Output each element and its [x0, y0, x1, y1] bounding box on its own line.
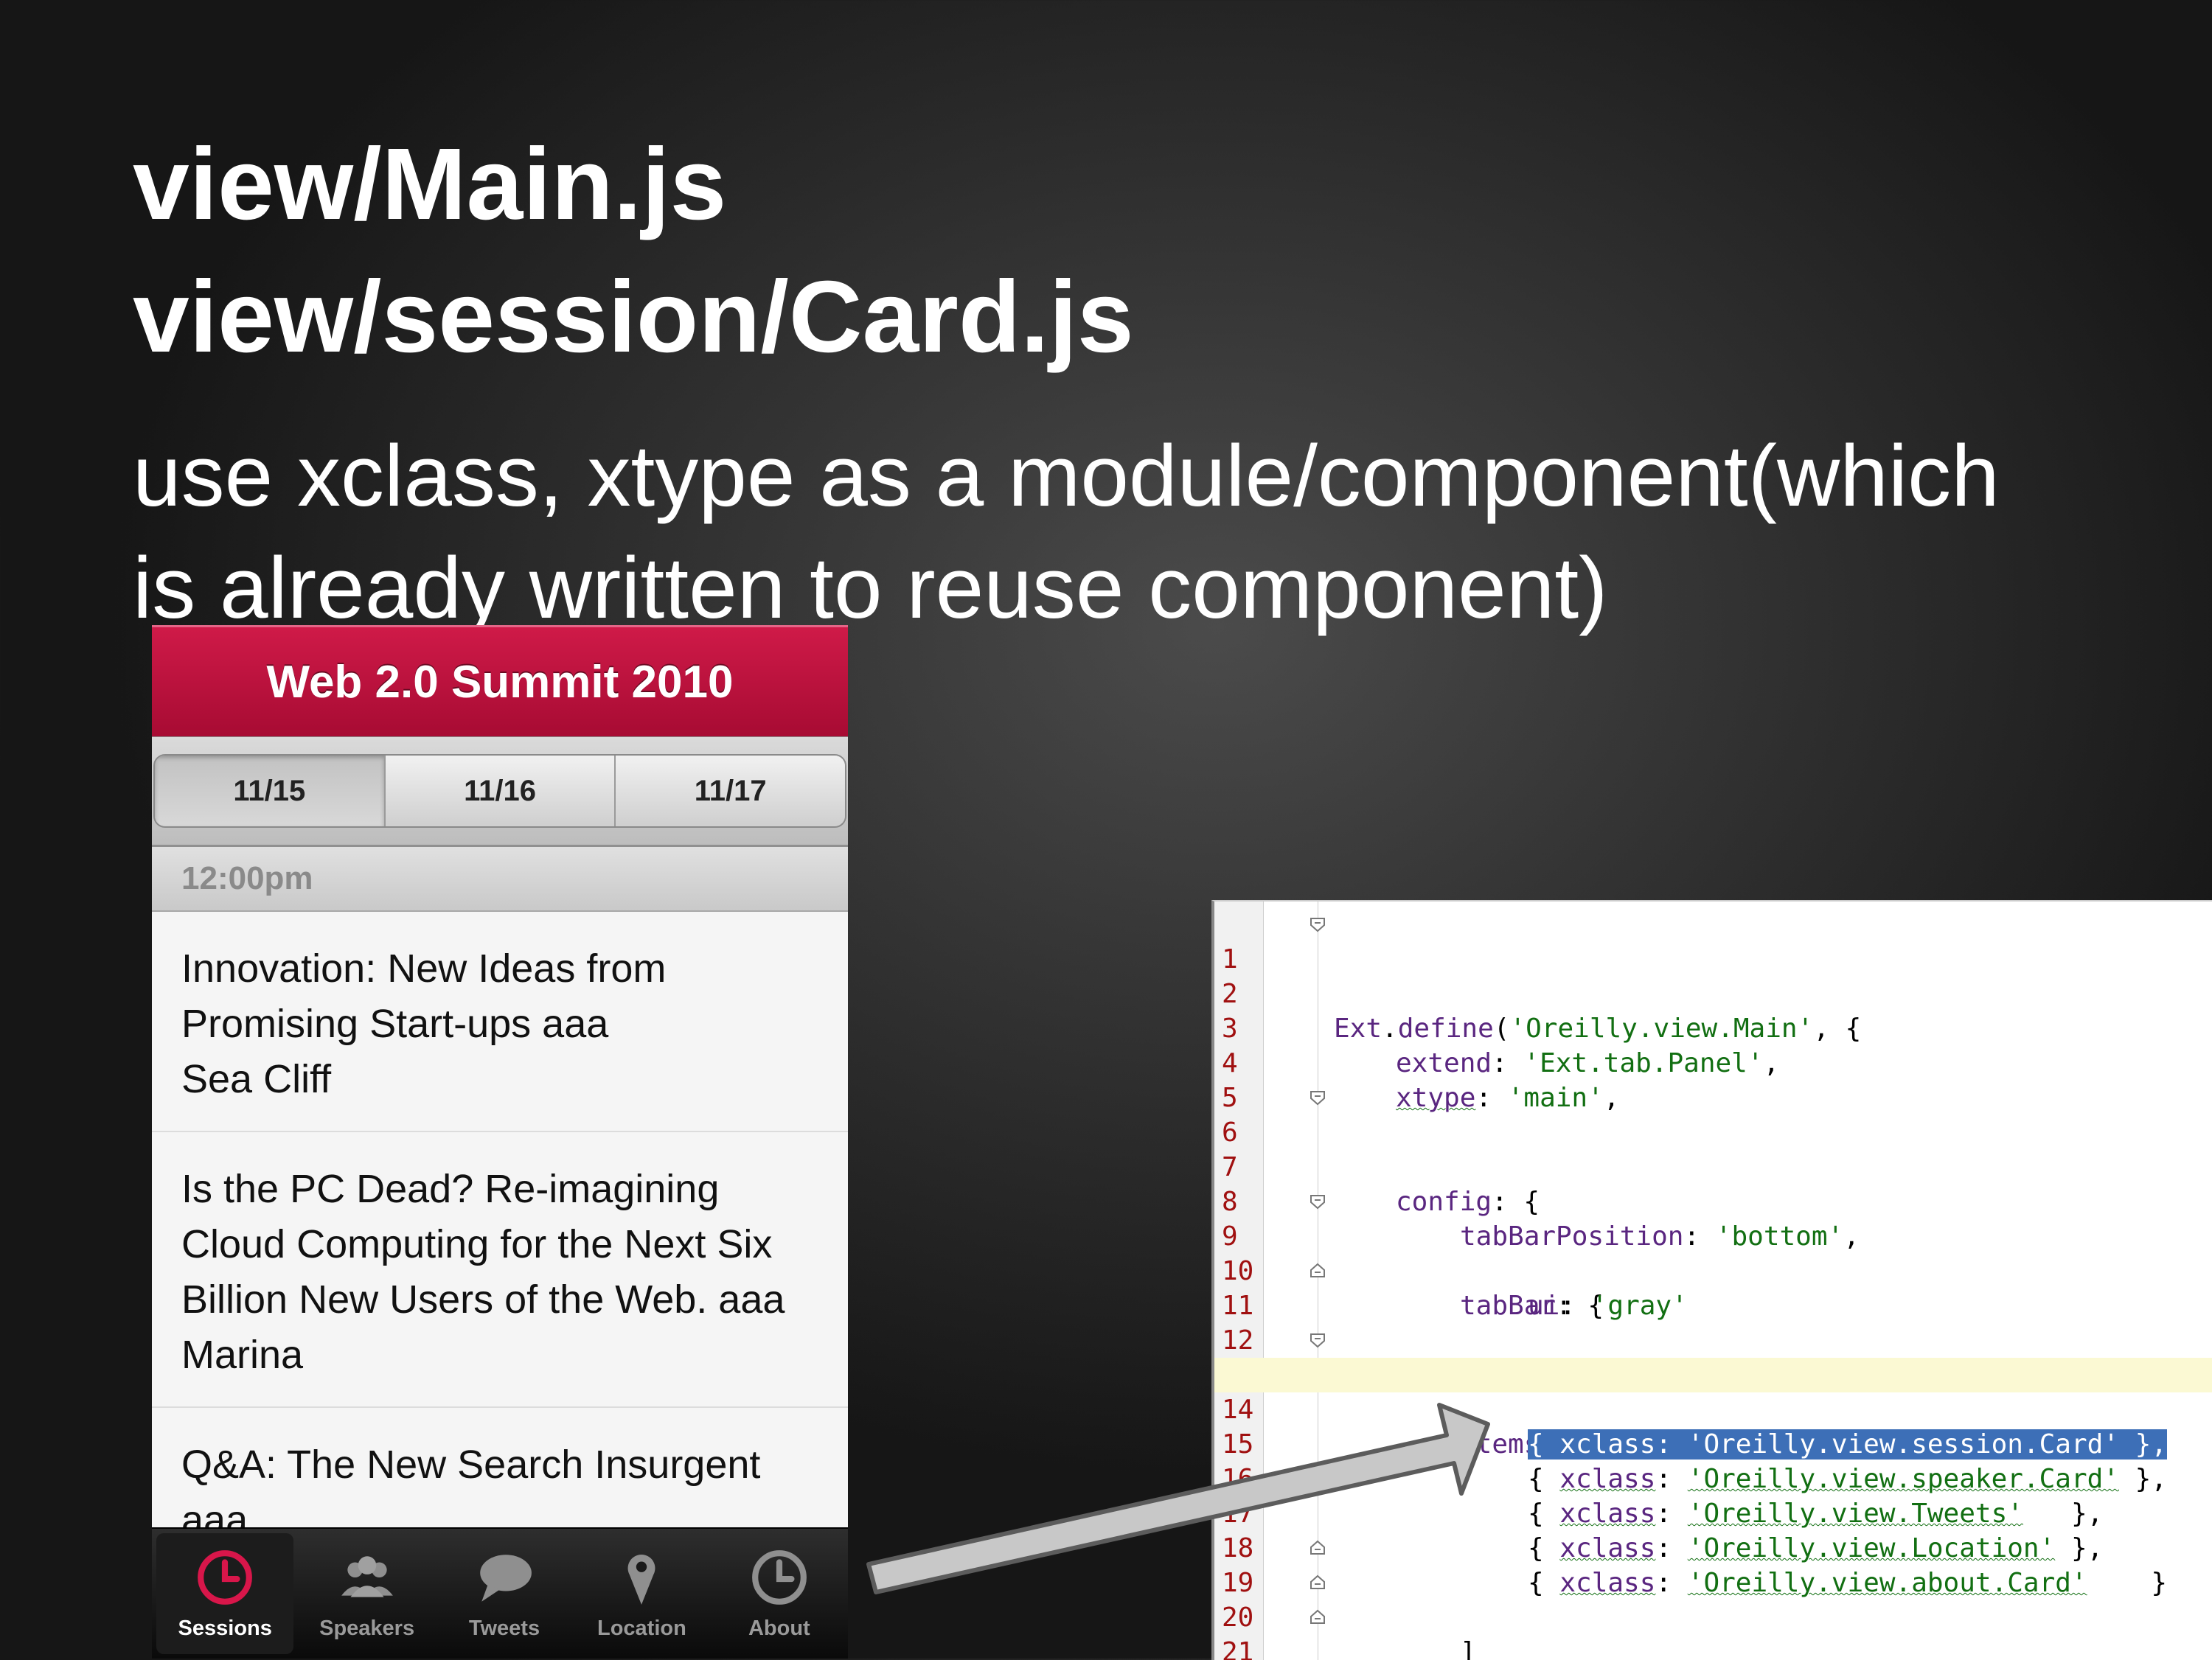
- code-line: 16 { xclass: 'Oreilly.view.Tweets' },: [1214, 1427, 2212, 1529]
- map-pin-icon: [627, 1554, 655, 1605]
- tab-sessions[interactable]: Sessions: [156, 1533, 294, 1654]
- fold-end-icon[interactable]: [1309, 1608, 1326, 1626]
- tab-label: Sessions: [178, 1616, 272, 1640]
- fold-collapse-icon[interactable]: [1309, 1089, 1326, 1106]
- code-line: 18 { xclass: 'Oreilly.view.about.Card' }: [1214, 1496, 2212, 1598]
- code-line: 20 }: [1214, 1566, 2212, 1633]
- app-title-bar: Web 2.0 Summit 2010: [152, 625, 848, 736]
- session-title-line: Billion New Users of the Web. aaa: [181, 1277, 785, 1322]
- fold-end-icon[interactable]: [1309, 1574, 1326, 1591]
- date-segment-1115[interactable]: 11/15: [155, 756, 384, 826]
- session-title-line: Innovation: New Ideas from: [181, 946, 667, 991]
- fold-end-icon[interactable]: [1309, 1262, 1326, 1280]
- code-line: 13 items: [: [1214, 1323, 2212, 1460]
- tab-label: Location: [597, 1616, 686, 1640]
- slide-body-line: is already written to reuse component): [133, 540, 1608, 637]
- bottom-tab-bar: Sessions Speakers Tweets Location About: [152, 1527, 848, 1659]
- session-title-line: Promising Start-ups aaa: [181, 1002, 609, 1046]
- code-line: 10 ui: 'gray': [1214, 1219, 2212, 1321]
- code-line: 17 { xclass: 'Oreilly.view.Location' },: [1214, 1462, 2212, 1563]
- code-line: 4 xtype: 'main',: [1214, 1011, 2212, 1113]
- code-line: 7: [1214, 1115, 2212, 1182]
- session-title-line: Is the PC Dead? Re-imagining: [181, 1167, 720, 1211]
- slide-body-text: use xclass, xtype as a module/component(…: [133, 420, 2197, 644]
- slide-title: view/Main.js view/session/Card.js: [133, 118, 1134, 383]
- tab-tweets[interactable]: Tweets: [436, 1529, 573, 1659]
- code-line-highlighted: 14 { xclass: 'Oreilly.view.session.Card'…: [1214, 1358, 2212, 1460]
- date-segment-1116[interactable]: 11/16: [383, 756, 615, 826]
- session-title-line: Cloud Computing for the Next Six: [181, 1222, 773, 1266]
- session-room: Marina: [181, 1333, 304, 1377]
- code-line: 15 { xclass: 'Oreilly.view.speaker.Card'…: [1214, 1392, 2212, 1494]
- tab-label: Tweets: [468, 1616, 540, 1640]
- date-toolbar: 11/15 11/16 11/17: [152, 736, 848, 847]
- session-title-line: Q&A: The New Search Insurgent: [181, 1443, 761, 1487]
- slide-title-line: view/session/Card.js: [133, 260, 1134, 374]
- code-line: 22: [1214, 1635, 2212, 1660]
- session-room: Sea Cliff: [181, 1057, 332, 1101]
- people-icon: [341, 1555, 393, 1597]
- clock-icon: [198, 1549, 253, 1605]
- speech-bubble-icon: [480, 1554, 532, 1602]
- code-line: 2: [1214, 942, 2212, 1009]
- code-line: 12: [1214, 1288, 2212, 1356]
- code-line: 6 config: {: [1214, 1081, 2212, 1217]
- time-group-header: 12:00pm: [152, 847, 848, 912]
- app-title: Web 2.0 Summit 2010: [266, 656, 734, 708]
- code-editor-screenshot: 1 Ext.define('Oreilly.view.Main', { 2 3 …: [1211, 900, 2212, 1660]
- code-line: 19 ]: [1214, 1531, 2212, 1660]
- tab-speakers[interactable]: Speakers: [298, 1529, 435, 1659]
- clock-icon: [751, 1549, 807, 1605]
- code-line: 3 extend: 'Ext.tab.Panel',: [1214, 977, 2212, 1078]
- code-line: 5: [1214, 1046, 2212, 1113]
- code-line: 21 });: [1214, 1600, 2212, 1660]
- fold-collapse-icon[interactable]: [1309, 1193, 1326, 1210]
- tab-label: About: [748, 1616, 810, 1640]
- tab-label: Speakers: [319, 1616, 415, 1640]
- date-segmented-control: 11/15 11/16 11/17: [153, 754, 846, 828]
- fold-end-icon[interactable]: [1309, 1539, 1326, 1557]
- code-line: 1 Ext.define('Oreilly.view.Main', {: [1214, 907, 2212, 1044]
- tab-about[interactable]: About: [711, 1529, 848, 1659]
- slide-body-line: use xclass, xtype as a module/component(…: [133, 428, 2000, 525]
- fold-collapse-icon[interactable]: [1309, 916, 1326, 933]
- mobile-app-screenshot: Web 2.0 Summit 2010 11/15 11/16 11/17 12…: [152, 625, 848, 1659]
- session-list-item[interactable]: Is the PC Dead? Re-imagining Cloud Compu…: [152, 1132, 848, 1408]
- fold-collapse-icon[interactable]: [1309, 1331, 1326, 1349]
- session-list-item[interactable]: Innovation: New Ideas from Promising Sta…: [152, 912, 848, 1132]
- code-line: 8 tabBarPosition: 'bottom',: [1214, 1150, 2212, 1252]
- slide-title-line: view/Main.js: [133, 128, 727, 241]
- code-line: 9 tabBar: {: [1214, 1185, 2212, 1321]
- date-segment-1117[interactable]: 11/17: [614, 756, 845, 826]
- code-line: 11 },: [1214, 1254, 2212, 1390]
- tab-location[interactable]: Location: [573, 1529, 710, 1659]
